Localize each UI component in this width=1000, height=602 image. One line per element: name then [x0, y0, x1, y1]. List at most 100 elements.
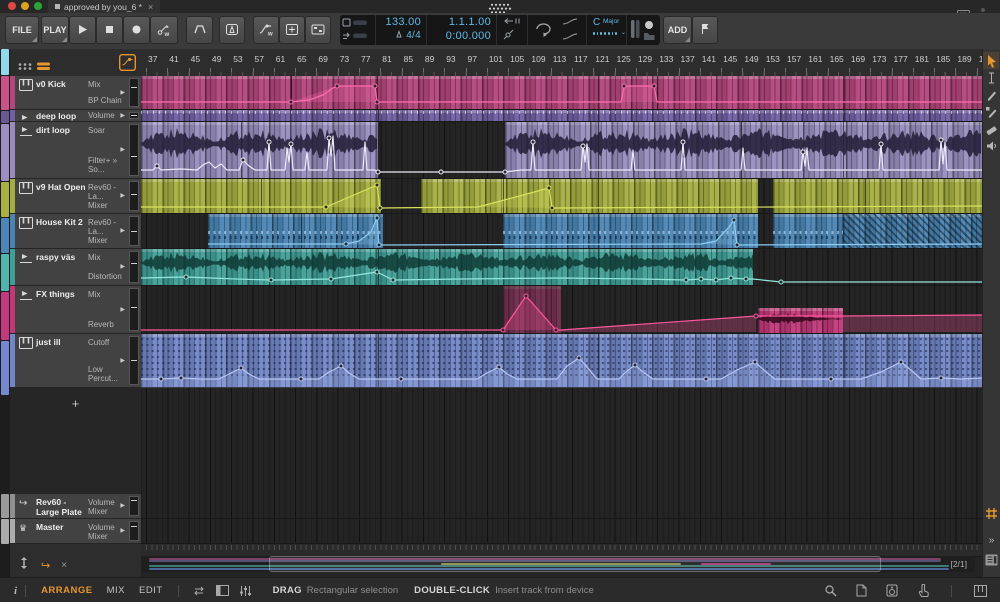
track-header-raspy-v-s[interactable]: raspy väsMixDistortion▶ — [10, 249, 141, 286]
disclosure-arrow-icon[interactable]: ▶ — [120, 357, 125, 364]
clip[interactable] — [503, 214, 758, 248]
fader-handle[interactable] — [131, 231, 137, 232]
swap-icon[interactable] — [192, 585, 206, 597]
disclosure-arrow-icon[interactable]: ▶ — [120, 112, 125, 119]
disclosure-arrow-icon[interactable]: ▶ — [120, 306, 125, 313]
track-param[interactable]: Mixer — [88, 201, 126, 210]
fader-handle[interactable] — [131, 87, 137, 88]
clip[interactable] — [141, 249, 753, 285]
maximize-window-button[interactable] — [34, 2, 42, 10]
track-fader[interactable] — [129, 181, 139, 211]
track-param[interactable]: Low Percut... — [88, 365, 126, 383]
grid-view-icon[interactable] — [18, 58, 32, 76]
play-button[interactable] — [69, 16, 96, 44]
track-param[interactable]: Soar — [88, 126, 126, 135]
clip[interactable] — [505, 122, 982, 178]
play-position-value[interactable]: 1.1.1.00 — [427, 15, 496, 29]
clip[interactable] — [141, 122, 378, 178]
punch-button[interactable] — [186, 16, 213, 44]
clip[interactable] — [141, 110, 982, 121]
snap-grid-icon[interactable] — [985, 507, 998, 525]
clip[interactable] — [421, 179, 758, 213]
track-param[interactable]: Mix — [88, 253, 126, 262]
view-tab-edit[interactable]: EDIT — [139, 585, 163, 596]
fader-handle[interactable] — [131, 526, 137, 527]
disclosure-arrow-icon[interactable]: ▶ — [120, 502, 125, 509]
fader-handle[interactable] — [131, 194, 137, 195]
track-fader[interactable] — [129, 112, 139, 119]
expand-panel-icon[interactable]: » — [989, 530, 995, 548]
object-pen-tool[interactable] — [983, 103, 999, 120]
clip[interactable] — [141, 76, 982, 109]
track-fader[interactable] — [129, 336, 139, 385]
pianosm-icon[interactable] — [974, 585, 987, 597]
time-signature-value[interactable]: 4/4 — [376, 29, 426, 43]
minimap-viewport[interactable] — [269, 556, 881, 572]
tempo-cell[interactable]: 133.00 4/4 — [376, 15, 427, 45]
key-scale-cell[interactable]: C Major ⌄ — [587, 15, 627, 45]
clip[interactable] — [758, 308, 843, 333]
beat-ruler[interactable]: 3741454953576165697377818589939710110510… — [141, 49, 982, 77]
track-param[interactable]: Filter+ » So... — [88, 156, 126, 174]
fader-handle[interactable] — [131, 307, 137, 308]
track-header-rev60-large-plate[interactable]: ↪Rev60 - Large PlateVolumeMixer▶ — [10, 494, 141, 519]
list-view-icon[interactable] — [37, 58, 51, 76]
track-fader[interactable] — [129, 496, 139, 516]
audition-tool[interactable] — [983, 137, 999, 154]
track-scroll-strip[interactable] — [0, 49, 10, 577]
clip[interactable] — [503, 286, 561, 333]
close-window-button[interactable] — [8, 2, 16, 10]
track-fader[interactable] — [129, 288, 139, 331]
track-fader[interactable] — [129, 78, 139, 107]
play-menu-button[interactable]: PLAY — [41, 16, 69, 44]
fader-handle[interactable] — [131, 156, 137, 157]
disclosure-arrow-icon[interactable]: ▶ — [120, 89, 125, 96]
arrange-row-deep-loop[interactable] — [141, 110, 982, 122]
pen-tool[interactable] — [983, 86, 999, 103]
arrange-row-just-ill[interactable] — [141, 334, 982, 388]
stop-button[interactable] — [96, 16, 123, 44]
clip[interactable] — [208, 214, 383, 248]
project-tab[interactable]: approved by you_6 * × — [48, 0, 160, 13]
disclosure-arrow-icon[interactable]: ▶ — [120, 192, 125, 199]
track-fader[interactable] — [129, 251, 139, 283]
info-icon[interactable]: i — [14, 585, 17, 597]
speakerbox-icon[interactable] — [886, 584, 898, 597]
track-param[interactable]: Reverb — [88, 320, 126, 329]
show-returns-icon[interactable]: ↪ — [41, 559, 50, 572]
track-fader[interactable] — [129, 124, 139, 176]
track-header-v0-kick[interactable]: v0 KickMixBP Chain▶ — [10, 76, 141, 110]
automation-write-button[interactable]: w — [150, 16, 178, 44]
file-button[interactable]: FILE — [5, 16, 39, 44]
zoom-icon[interactable] — [824, 584, 837, 597]
clip[interactable] — [773, 179, 982, 213]
clip[interactable] — [843, 214, 982, 248]
arrange-row-v0-kick[interactable] — [141, 76, 982, 110]
arrange-row-v9-hat-open[interactable] — [141, 179, 982, 214]
effect-track-lanes[interactable] — [141, 494, 982, 544]
track-fader[interactable] — [129, 216, 139, 246]
arrange-row-dirt-loop[interactable] — [141, 122, 982, 179]
track-fader[interactable] — [129, 521, 139, 541]
disclosure-arrow-icon[interactable]: ▶ — [120, 227, 125, 234]
expand-tracks-icon[interactable] — [18, 556, 30, 575]
transport-mode-cell[interactable] — [340, 15, 376, 45]
fader-handle[interactable] — [131, 115, 137, 116]
pad-display-button[interactable] — [305, 16, 331, 44]
clip-launcher-icon[interactable] — [985, 553, 998, 571]
arrange-row-fx-things[interactable] — [141, 286, 982, 334]
track-header-v9-hat-open[interactable]: v9 Hat OpenRev60 - La...Mixer▶ — [10, 179, 141, 214]
track-param[interactable]: Cutoff — [88, 338, 126, 347]
add-button[interactable]: ADD — [663, 16, 692, 44]
disclosure-arrow-icon[interactable]: ▶ — [120, 527, 125, 534]
file-icon[interactable] — [856, 584, 867, 597]
eraser-tool[interactable] — [983, 120, 999, 137]
master-track-lane[interactable] — [141, 519, 982, 544]
marker-flag-button[interactable] — [692, 16, 718, 44]
track-header-dirt-loop[interactable]: dirt loopSoarFilter+ » So...▶ — [10, 122, 141, 179]
clip[interactable] — [773, 214, 843, 248]
project-tab-close-icon[interactable]: × — [148, 2, 153, 12]
fader-handle[interactable] — [131, 263, 137, 264]
clip[interactable] — [141, 334, 982, 387]
groove-cell[interactable] — [627, 15, 660, 45]
